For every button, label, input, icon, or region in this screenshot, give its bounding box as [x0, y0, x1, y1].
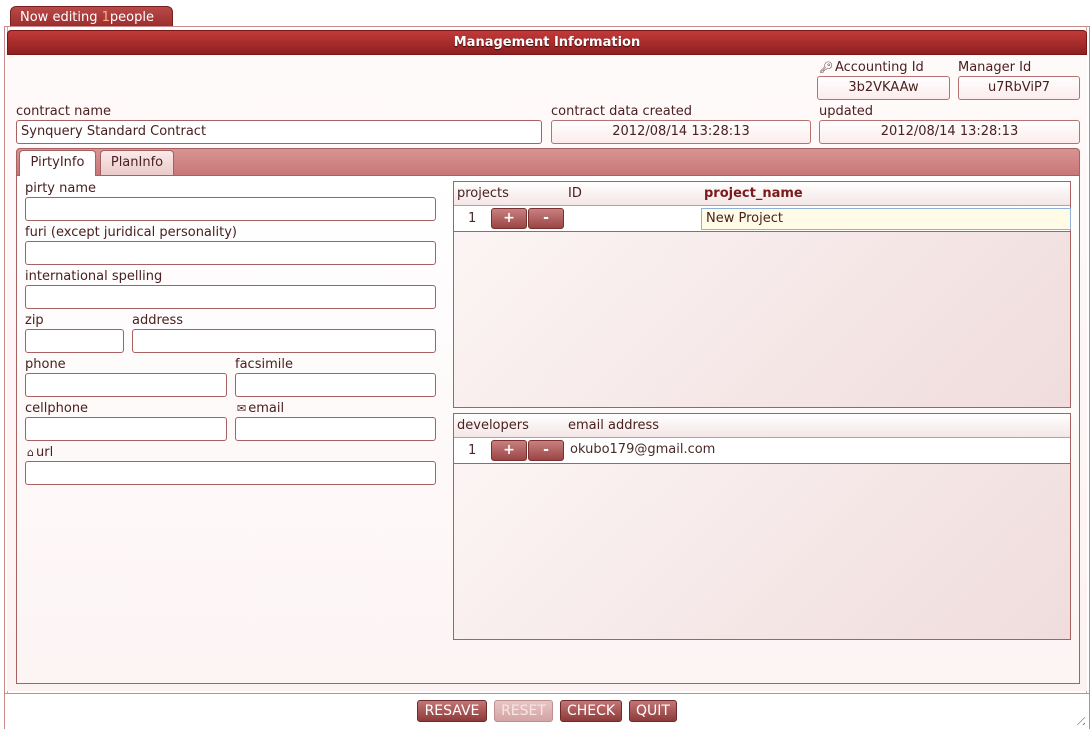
pirty-name-label: pirty name [25, 181, 96, 196]
resave-button[interactable]: RESAVE [417, 700, 487, 722]
project-name-input[interactable]: New Project [701, 208, 1071, 230]
remove-row-button[interactable]: - [528, 208, 564, 229]
check-button[interactable]: CHECK [560, 700, 622, 722]
projects-header: projects [457, 186, 509, 201]
created-field: 2012/08/14 13:28:13 [551, 120, 811, 144]
manager-id-label: Manager Id [958, 60, 1032, 75]
pirty-name-input[interactable] [25, 197, 436, 221]
furi-label: furi (except juridical personality) [25, 225, 237, 240]
email-label-text: email [248, 401, 285, 416]
zip-input[interactable] [25, 329, 124, 353]
accounting-id-label-text: Accounting Id [834, 60, 924, 75]
url-label-text: url [35, 445, 54, 460]
email-input[interactable] [235, 417, 436, 441]
accounting-id-field: 3b2VKAAw [817, 76, 950, 100]
facsimile-input[interactable] [235, 373, 436, 397]
tab-strip [16, 148, 1080, 176]
home-icon: ⌂ [27, 446, 34, 459]
phone-input[interactable] [25, 373, 227, 397]
zip-label: zip [25, 313, 44, 328]
developers-grid: developers email address 1 + - okubo179@… [453, 413, 1071, 640]
table-row: 1 + - okubo179@gmail.com [454, 438, 1070, 464]
address-label: address [132, 313, 184, 328]
developers-grid-header: developers email address [454, 414, 1070, 438]
international-label: international spelling [25, 269, 163, 284]
row-number: 1 [468, 211, 477, 226]
cellphone-input[interactable] [25, 417, 227, 441]
created-label: contract data created [551, 104, 693, 119]
updated-field: 2012/08/14 13:28:13 [819, 120, 1080, 144]
quit-button[interactable]: QUIT [629, 700, 677, 722]
facsimile-label: facsimile [235, 357, 293, 372]
email-label: ✉︎ email [237, 401, 284, 416]
add-row-button[interactable]: + [491, 440, 527, 461]
url-input[interactable] [25, 461, 436, 485]
url-label: ⌂ url [27, 445, 53, 460]
updated-label: updated [819, 104, 874, 119]
page-title: Management Information [7, 30, 1087, 55]
international-input[interactable] [25, 285, 436, 309]
contract-name-input[interactable]: Synquery Standard Contract [16, 120, 542, 144]
id-header: ID [568, 186, 582, 201]
phone-label: phone [25, 357, 66, 372]
address-input[interactable] [132, 329, 436, 353]
projects-grid-header: projects ID project_name [454, 182, 1070, 206]
cellphone-label: cellphone [25, 401, 89, 416]
accounting-id-label: 🔑︎ Accounting Id [819, 60, 924, 75]
add-row-button[interactable]: + [491, 208, 527, 229]
contract-name-label: contract name [16, 104, 111, 119]
reset-button[interactable]: RESET [494, 700, 553, 722]
resize-grip-icon[interactable] [1073, 713, 1085, 725]
row-number: 1 [468, 443, 477, 458]
email-address-header: email address [568, 418, 660, 433]
key-icon: 🔑︎ [819, 61, 833, 74]
editing-prefix: Now editing [20, 10, 102, 25]
tab-planinfo[interactable]: PlanInfo [100, 150, 174, 175]
developers-header: developers [457, 418, 529, 433]
tab-pirtyinfo[interactable]: PirtyInfo [19, 150, 96, 176]
editing-suffix: people [109, 10, 154, 25]
project-name-header[interactable]: project_name [704, 182, 803, 206]
furi-input[interactable] [25, 241, 436, 265]
envelope-icon: ✉︎ [237, 402, 247, 415]
projects-grid: projects ID project_name 1 + - New Proje… [453, 181, 1071, 408]
project-id-cell[interactable] [566, 206, 701, 231]
remove-row-button[interactable]: - [528, 440, 564, 461]
table-row: 1 + - New Project [454, 206, 1071, 232]
editing-count: 1 [101, 10, 110, 25]
developer-email-cell[interactable]: okubo179@gmail.com [570, 438, 715, 462]
manager-id-field: u7RbViP7 [958, 76, 1080, 100]
